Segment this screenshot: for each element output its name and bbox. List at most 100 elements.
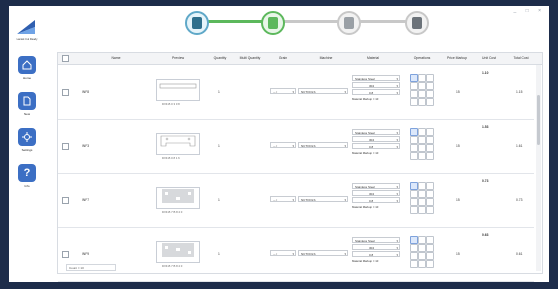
select-all-checkbox[interactable] — [62, 55, 69, 62]
col-grain[interactable]: Grain — [270, 56, 296, 60]
op-button[interactable] — [410, 260, 418, 268]
op-button[interactable] — [418, 152, 426, 160]
step-part[interactable] — [185, 11, 209, 35]
op-button[interactable] — [426, 144, 434, 152]
op-button[interactable] — [418, 206, 426, 214]
op-button[interactable] — [410, 206, 418, 214]
op-button[interactable] — [426, 74, 434, 82]
col-unit-cost[interactable]: Unit Cost — [474, 56, 504, 60]
quantity-value[interactable]: 1 — [218, 90, 220, 94]
quantity-value[interactable]: 1 — [218, 198, 220, 202]
machine-select[interactable]: NCTOOLS ▾ — [298, 88, 348, 94]
op-button[interactable] — [410, 90, 418, 98]
op-button[interactable] — [426, 82, 434, 90]
sidebar-item-info[interactable]: ? Info — [15, 164, 39, 188]
table-row[interactable]: INF3 DXF-B 0 8 1 6 1 ↔↕ ▾ NCTOOLS ▾ Stainl… — [58, 119, 534, 174]
machine-select[interactable]: NCTOOLS ▾ — [298, 142, 348, 148]
material-thickness-select[interactable]: 0.8 ▾ — [352, 143, 400, 149]
op-button[interactable] — [418, 136, 426, 144]
row-checkbox[interactable] — [62, 197, 69, 204]
sidebar-item-new[interactable]: New — [15, 92, 39, 116]
row-checkbox[interactable] — [62, 143, 69, 150]
op-button[interactable] — [410, 82, 418, 90]
material-grade-select[interactable]: 304 ▾ — [352, 190, 400, 196]
material-type-select[interactable]: Stainless Steel ▾ — [352, 129, 400, 135]
col-material[interactable]: Material — [348, 56, 398, 60]
step-price[interactable] — [405, 11, 429, 35]
part-preview[interactable] — [156, 133, 200, 155]
material-thickness-select[interactable]: 0.8 ▾ — [352, 197, 400, 203]
col-multi-quantity[interactable]: Multi Quantity — [234, 56, 266, 60]
op-button[interactable] — [410, 136, 418, 144]
op-button[interactable] — [426, 252, 434, 260]
table-row[interactable]: INF8 DXF-B 0 3 0 8 1 ↔↕ ▾ NCTOOLS ▾ Stainl… — [58, 65, 534, 120]
col-name[interactable]: Name — [102, 56, 130, 60]
op-button[interactable] — [426, 98, 434, 106]
row-checkbox[interactable] — [62, 89, 69, 96]
part-preview[interactable] — [156, 187, 200, 209]
op-button[interactable] — [410, 144, 418, 152]
part-preview[interactable] — [156, 79, 200, 101]
material-grade-select[interactable]: 304 ▾ — [352, 82, 400, 88]
op-button[interactable] — [410, 98, 418, 106]
material-grade-select[interactable]: 304 ▾ — [352, 244, 400, 250]
op-button[interactable] — [426, 190, 434, 198]
col-operations[interactable]: Operations — [404, 56, 440, 60]
op-button[interactable] — [418, 182, 426, 190]
op-button[interactable] — [418, 190, 426, 198]
sidebar-item-settings[interactable]: Settings — [15, 128, 39, 152]
op-button[interactable] — [410, 74, 418, 82]
op-button[interactable] — [410, 190, 418, 198]
op-button[interactable] — [418, 82, 426, 90]
op-button[interactable] — [426, 152, 434, 160]
col-machine[interactable]: Machine — [304, 56, 348, 60]
col-price-markup[interactable]: Price Markup — [442, 56, 472, 60]
op-button[interactable] — [426, 260, 434, 268]
col-quantity[interactable]: Quantity — [210, 56, 230, 60]
table-row[interactable]: INF9 DXF-B 7 B 8 2 0 1 ↔↕ ▾ NCTOOLS ▾ Stai… — [58, 227, 534, 282]
op-button[interactable] — [418, 244, 426, 252]
op-button[interactable] — [410, 244, 418, 252]
sidebar-item-home[interactable]: Home — [15, 56, 39, 80]
op-button[interactable] — [418, 74, 426, 82]
op-button[interactable] — [418, 252, 426, 260]
op-button[interactable] — [418, 144, 426, 152]
op-button[interactable] — [426, 182, 434, 190]
op-button[interactable] — [410, 128, 418, 136]
quantity-value[interactable]: 1 — [218, 252, 220, 256]
op-button[interactable] — [410, 182, 418, 190]
table-row[interactable]: INF7 DXF-B 7 B 8 2 0 1 ↔↕ ▾ NCTOOLS ▾ Stai… — [58, 173, 534, 228]
scrollbar-thumb[interactable] — [537, 95, 540, 145]
op-button[interactable] — [418, 128, 426, 136]
op-button[interactable] — [426, 236, 434, 244]
op-button[interactable] — [410, 252, 418, 260]
col-preview[interactable]: Preview — [158, 56, 198, 60]
op-button[interactable] — [410, 152, 418, 160]
op-button[interactable] — [410, 236, 418, 244]
material-grade-select[interactable]: 304 ▾ — [352, 136, 400, 142]
step-nest[interactable] — [337, 11, 361, 35]
material-thickness-select[interactable]: 0.8 ▾ — [352, 251, 400, 257]
op-button[interactable] — [418, 98, 426, 106]
window-controls[interactable]: _ □ × — [514, 8, 546, 14]
material-type-select[interactable]: Stainless Steel ▾ — [352, 237, 400, 243]
quantity-value[interactable]: 1 — [218, 144, 220, 148]
vertical-scrollbar[interactable] — [536, 65, 541, 271]
grain-select[interactable]: ↔↕ ▾ — [270, 88, 296, 94]
op-button[interactable] — [426, 136, 434, 144]
grain-select[interactable]: ↔↕ ▾ — [270, 142, 296, 148]
col-total-cost[interactable]: Total Cost — [506, 56, 536, 60]
machine-select[interactable]: NCTOOLS ▾ — [298, 250, 348, 256]
step-list[interactable] — [261, 11, 285, 35]
op-button[interactable] — [418, 90, 426, 98]
material-type-select[interactable]: Stainless Steel ▾ — [352, 75, 400, 81]
op-button[interactable] — [426, 198, 434, 206]
op-button[interactable] — [418, 236, 426, 244]
material-type-select[interactable]: Stainless Steel ▾ — [352, 183, 400, 189]
row-checkbox[interactable] — [62, 251, 69, 258]
op-button[interactable] — [410, 198, 418, 206]
grain-select[interactable]: ↔↕ ▾ — [270, 250, 296, 256]
op-button[interactable] — [418, 198, 426, 206]
op-button[interactable] — [418, 260, 426, 268]
grain-select[interactable]: ↔↕ ▾ — [270, 196, 296, 202]
